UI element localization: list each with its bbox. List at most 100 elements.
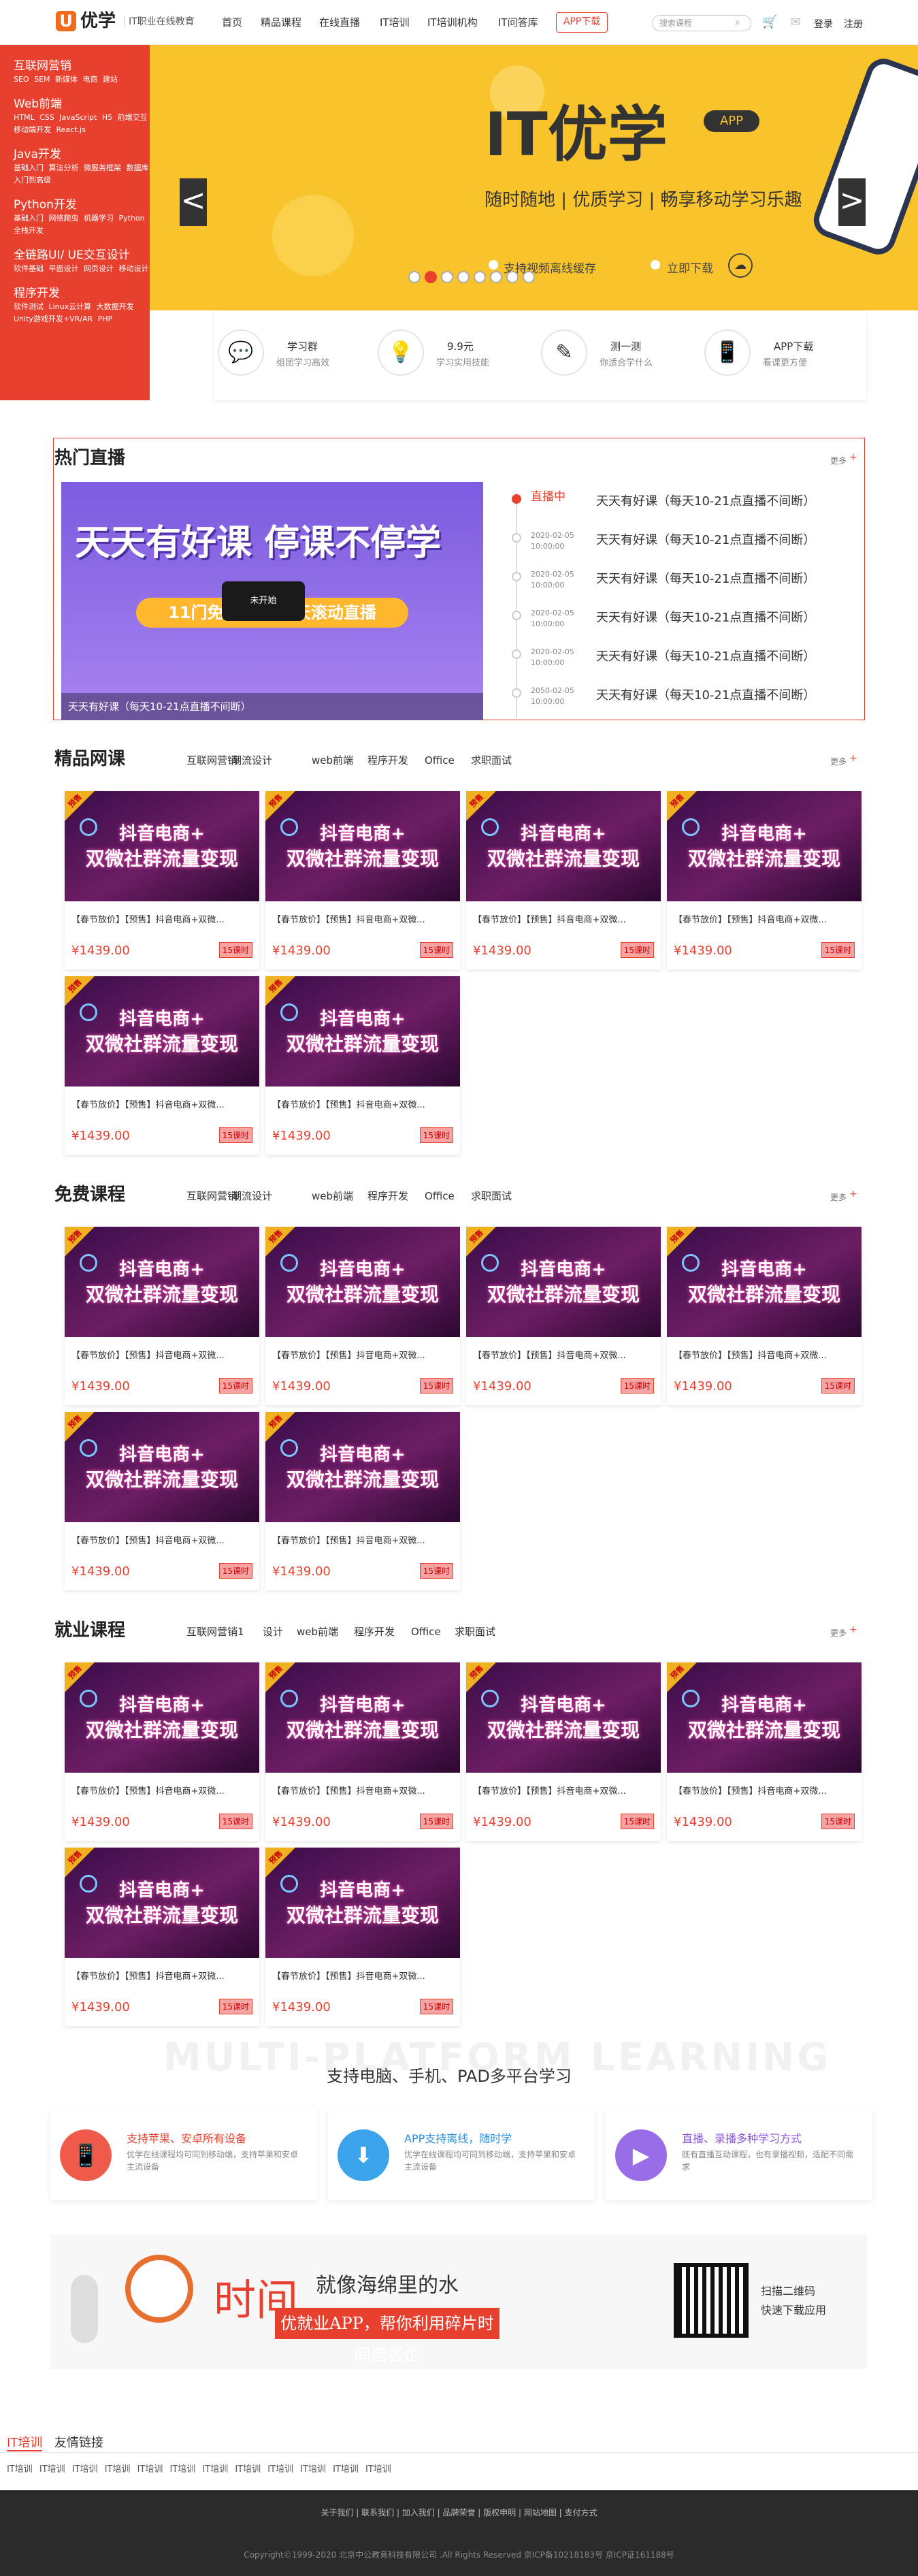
banner-prev-button[interactable]: <: [180, 178, 207, 226]
section-tab[interactable]: 潮流设计: [231, 754, 272, 767]
course-title[interactable]: 【春节放价】【预售】抖音电商+双微...: [473, 912, 654, 925]
section-tab[interactable]: 设计: [263, 1626, 283, 1638]
tab-it-training[interactable]: IT培训: [7, 2436, 43, 2451]
live-banner-image[interactable]: 天天有好课 停课不停学 11门免费课程 每天滚动直播 未开始 天天有好课（每天1…: [61, 482, 483, 720]
nav-qa[interactable]: IT问答库: [498, 16, 538, 29]
course-card[interactable]: 预售 抖音电商+ 双微社群流量变现 【春节放价】【预售】抖音电商+双微... ¥…: [65, 1848, 259, 2026]
course-thumbnail[interactable]: 预售 抖音电商+ 双微社群流量变现: [265, 791, 460, 901]
sidebar-group-links[interactable]: 基础入门 网络爬虫 机器学习 Python全栈开发: [14, 212, 150, 237]
feature-title[interactable]: 9.9元: [447, 339, 474, 353]
course-thumbnail[interactable]: 预售 抖音电商+ 双微社群流量变现: [65, 791, 259, 901]
sidebar-group[interactable]: Web前端 HTML CSS JavaScript H5 前端交互 移动端开发 R…: [14, 97, 150, 136]
course-title[interactable]: 【春节放价】【预售】抖音电商+双微...: [272, 1969, 453, 1982]
live-item-title[interactable]: 天天有好课（每天10-21点直播不间断）: [596, 608, 815, 626]
course-card[interactable]: 预售 抖音电商+ 双微社群流量变现 【春节放价】【预售】抖音电商+双微... ¥…: [265, 1227, 460, 1405]
section-tab[interactable]: 互联网营销: [186, 754, 237, 767]
carousel-dot[interactable]: [474, 271, 486, 283]
sidebar-group[interactable]: Java开发 基础入门 算法分析 微服务框架 数据库入门到高级: [14, 147, 150, 187]
section-tab[interactable]: web前端: [312, 1190, 353, 1202]
course-title[interactable]: 【春节放价】【预售】抖音电商+双微...: [71, 912, 252, 925]
course-title[interactable]: 【春节放价】【预售】抖音电商+双微...: [71, 1097, 252, 1110]
phone-icon[interactable]: 📱: [704, 329, 751, 376]
course-card[interactable]: 预售 抖音电商+ 双微社群流量变现 【春节放价】【预售】抖音电商+双微... ¥…: [667, 791, 862, 969]
section-tab[interactable]: Office: [425, 1190, 455, 1202]
course-title[interactable]: 【春节放价】【预售】抖音电商+双微...: [674, 1784, 855, 1797]
live-item-title[interactable]: 天天有好课（每天10-21点直播不间断）: [596, 686, 815, 703]
group-chat-icon[interactable]: 💬: [218, 329, 264, 376]
course-card[interactable]: 预售 抖音电商+ 双微社群流量变现 【春节放价】【预售】抖音电商+双微... ¥…: [466, 1227, 661, 1405]
live-item-title[interactable]: 天天有好课（每天10-21点直播不间断）: [596, 492, 815, 509]
course-card[interactable]: 预售 抖音电商+ 双微社群流量变现 【春节放价】【预售】抖音电商+双微... ¥…: [265, 791, 460, 969]
plus-icon[interactable]: +: [849, 1189, 857, 1200]
section-tab[interactable]: 潮流设计: [231, 1190, 272, 1202]
course-card[interactable]: 预售 抖音电商+ 双微社群流量变现 【春节放价】【预售】抖音电商+双微... ¥…: [65, 976, 259, 1155]
section-tab[interactable]: 互联网营销: [186, 1190, 237, 1202]
course-title[interactable]: 【春节放价】【预售】抖音电商+双微...: [674, 912, 855, 925]
sidebar-group-title[interactable]: Java开发: [14, 147, 150, 162]
feature-title[interactable]: 测一测: [610, 339, 641, 353]
section-tab[interactable]: 求职面试: [455, 1626, 495, 1638]
live-item-title[interactable]: 天天有好课（每天10-21点直播不间断）: [596, 647, 815, 664]
pencil-icon[interactable]: ✎: [541, 329, 587, 376]
carousel-dot[interactable]: [523, 271, 535, 283]
course-card[interactable]: 预售 抖音电商+ 双微社群流量变现 【春节放价】【预售】抖音电商+双微... ¥…: [265, 1412, 460, 1590]
sidebar-group-links[interactable]: SEO SEM 新媒体 电商 建站: [14, 74, 150, 86]
course-thumbnail[interactable]: 预售 抖音电商+ 双微社群流量变现: [265, 1227, 460, 1337]
course-thumbnail[interactable]: 预售 抖音电商+ 双微社群流量变现: [466, 1662, 661, 1773]
course-card[interactable]: 预售 抖音电商+ 双微社群流量变现 【春节放价】【预售】抖音电商+双微... ¥…: [65, 1662, 259, 1841]
course-title[interactable]: 【春节放价】【预售】抖音电商+双微...: [473, 1784, 654, 1797]
sidebar-group-title[interactable]: 全链路UI/ UE交互设计: [14, 248, 150, 263]
section-tab[interactable]: web前端: [297, 1626, 338, 1638]
sidebar-group-links[interactable]: HTML CSS JavaScript H5 前端交互 移动端开发 React.…: [14, 112, 150, 136]
sidebar-group-title[interactable]: Python开发: [14, 197, 150, 212]
course-thumbnail[interactable]: 预售 抖音电商+ 双微社群流量变现: [667, 1227, 862, 1337]
sidebar-group-title[interactable]: Web前端: [14, 97, 150, 112]
app-download-button[interactable]: APP下载: [556, 12, 608, 33]
course-thumbnail[interactable]: 预售 抖音电商+ 双微社群流量变现: [265, 1662, 460, 1773]
course-thumbnail[interactable]: 预售 抖音电商+ 双微社群流量变现: [265, 976, 460, 1086]
course-thumbnail[interactable]: 预售 抖音电商+ 双微社群流量变现: [65, 1227, 259, 1337]
course-title[interactable]: 【春节放价】【预售】抖音电商+双微...: [674, 1348, 855, 1361]
banner-download-now[interactable]: 立即下载: [667, 259, 713, 276]
footer-links[interactable]: 关于我们 | 联系我们 | 加入我们 | 品牌荣誉 | 版权申明 | 网站地图 …: [0, 2507, 918, 2518]
course-card[interactable]: 预售 抖音电商+ 双微社群流量变现 【春节放价】【预售】抖音电商+双微... ¥…: [466, 791, 661, 969]
nav-training-institutes[interactable]: IT培训机构: [427, 16, 478, 29]
sidebar-group-title[interactable]: 程序开发: [14, 286, 150, 301]
carousel-dot[interactable]: [457, 271, 470, 283]
section-more-link[interactable]: 更多: [830, 756, 847, 767]
tab-friend-links[interactable]: 友情链接: [54, 2436, 103, 2450]
sidebar-group-links[interactable]: 基础入门 算法分析 微服务框架 数据库入门到高级: [14, 162, 150, 187]
section-tab[interactable]: 程序开发: [367, 754, 408, 767]
feature-title[interactable]: APP下载: [774, 339, 813, 353]
course-card[interactable]: 预售 抖音电商+ 双微社群流量变现 【春节放价】【预售】抖音电商+双微... ¥…: [265, 976, 460, 1155]
sidebar-group[interactable]: 程序开发 软件测试 Linux云计算 大数据开发 Unity游戏开发+VR/AR …: [14, 286, 150, 325]
course-card[interactable]: 预售 抖音电商+ 双微社群流量变现 【春节放价】【预售】抖音电商+双微... ¥…: [65, 791, 259, 969]
course-title[interactable]: 【春节放价】【预售】抖音电商+双微...: [71, 1784, 252, 1797]
course-card[interactable]: 预售 抖音电商+ 双微社群流量变现 【春节放价】【预售】抖音电商+双微... ¥…: [265, 1848, 460, 2026]
plus-icon[interactable]: +: [849, 1624, 857, 1635]
course-title[interactable]: 【春节放价】【预售】抖音电商+双微...: [272, 1784, 453, 1797]
course-thumbnail[interactable]: 预售 抖音电商+ 双微社群流量变现: [65, 1662, 259, 1773]
feature-title[interactable]: 学习群: [287, 339, 318, 353]
section-tab[interactable]: web前端: [312, 754, 353, 767]
section-tab[interactable]: 求职面试: [471, 1190, 512, 1202]
section-tab[interactable]: Office: [411, 1626, 441, 1638]
carousel-dot[interactable]: [506, 271, 519, 283]
promo-banner[interactable]: 时间 就像海绵里的水 优就业APP，帮你利用碎片时间选各企 扫描二维码 快速下载…: [50, 2234, 867, 2369]
sidebar-group-title[interactable]: 互联网营销: [14, 59, 150, 74]
course-thumbnail[interactable]: 预售 抖音电商+ 双微社群流量变现: [667, 1662, 862, 1773]
carousel-dot[interactable]: [490, 271, 502, 283]
lightbulb-icon[interactable]: 💡: [378, 329, 424, 376]
course-title[interactable]: 【春节放价】【预售】抖音电商+双微...: [473, 1348, 654, 1361]
course-card[interactable]: 预售 抖音电商+ 双微社群流量变现 【春节放价】【预售】抖音电商+双微... ¥…: [466, 1662, 661, 1841]
course-thumbnail[interactable]: 预售 抖音电商+ 双微社群流量变现: [265, 1412, 460, 1522]
course-title[interactable]: 【春节放价】【预售】抖音电商+双微...: [272, 1097, 453, 1110]
course-title[interactable]: 【春节放价】【预售】抖音电商+双微...: [272, 1533, 453, 1546]
course-thumbnail[interactable]: 预售 抖音电商+ 双微社群流量变现: [65, 976, 259, 1086]
course-title[interactable]: 【春节放价】【预售】抖音电商+双微...: [71, 1969, 252, 1982]
friend-links-list[interactable]: IT培训 IT培训 IT培训 IT培训 IT培训 IT培训 IT培训 IT培训 …: [7, 2462, 391, 2475]
mail-icon[interactable]: ✉: [788, 15, 803, 30]
carousel-dot[interactable]: [441, 271, 453, 283]
plus-icon[interactable]: +: [849, 452, 857, 463]
sidebar-group[interactable]: 全链路UI/ UE交互设计 软件基础 平面设计 网页设计 移动设计: [14, 248, 150, 275]
